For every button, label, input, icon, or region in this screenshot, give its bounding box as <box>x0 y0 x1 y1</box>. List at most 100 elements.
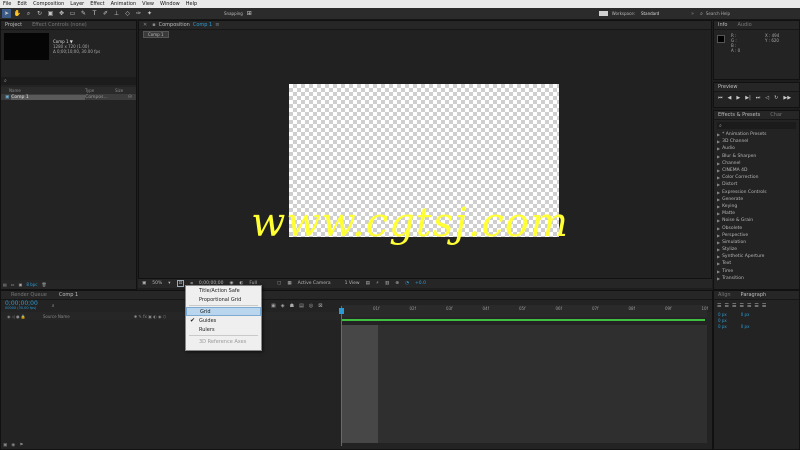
tab-effects-presets[interactable]: Effects & Presets <box>718 112 760 118</box>
toggle-modes-icon[interactable]: ◉ <box>11 443 15 448</box>
work-area-bar[interactable] <box>341 319 705 321</box>
menu-window[interactable]: Window <box>160 1 180 7</box>
tab-character[interactable]: Char <box>770 112 782 118</box>
tab-effect-controls[interactable]: Effect Controls (none) <box>32 22 87 28</box>
list-item[interactable]: ▶ Blur & Sharpen <box>714 153 799 160</box>
list-item[interactable]: ▶ Perspective <box>714 232 799 239</box>
hand-tool-icon[interactable]: ✋ <box>13 9 22 18</box>
menu-help[interactable]: Help <box>186 1 197 7</box>
expand-triangle-icon[interactable]: ▶ <box>717 197 720 202</box>
timeline-link-icon[interactable]: ▥ <box>385 281 389 286</box>
eraser-tool-icon[interactable]: ◇ <box>123 9 132 18</box>
clone-stamp-tool-icon[interactable]: ⊥ <box>112 9 121 18</box>
menu-composition[interactable]: Composition <box>33 1 64 7</box>
expand-triangle-icon[interactable]: ▶ <box>717 226 720 231</box>
viewer-tab-comp[interactable]: Comp 1 <box>193 22 212 28</box>
flowchart-icon[interactable]: ⊕ <box>395 281 399 286</box>
camera-select[interactable]: Active Camera <box>298 281 331 286</box>
justify-left-icon[interactable]: ☰ <box>739 303 743 309</box>
tab-menu-icon[interactable]: ≡ <box>215 22 219 28</box>
list-item[interactable]: ▶ Expression Controls <box>714 189 799 196</box>
menu-edit[interactable]: Edit <box>17 1 27 7</box>
exposure-icon[interactable]: ◔ <box>405 281 409 286</box>
safe-margins-icon[interactable]: ⊡ <box>176 280 185 287</box>
toggle-graph-icon[interactable]: ⚑ <box>19 443 23 448</box>
roto-brush-tool-icon[interactable]: ✑ <box>134 9 143 18</box>
menu-effect[interactable]: Effect <box>90 1 104 7</box>
timeline-search-icon[interactable]: ⌕ <box>52 303 55 309</box>
menu-item-rulers[interactable]: Rulers <box>186 325 261 334</box>
audio-icon[interactable]: ◁ <box>765 95 769 101</box>
menu-file[interactable]: File <box>3 1 11 7</box>
expand-triangle-icon[interactable]: ▶ <box>717 190 720 195</box>
tab-render-queue[interactable]: Render Queue <box>11 292 47 298</box>
first-frame-icon[interactable]: ⏮ <box>718 95 723 101</box>
lock-icon[interactable]: ▪ <box>152 22 155 28</box>
last-frame-icon[interactable]: ⏭ <box>756 95 761 101</box>
list-item[interactable]: ▶ Text <box>714 260 799 267</box>
close-icon[interactable]: ✕ <box>143 22 147 28</box>
time-ruler[interactable]: 01f 02f 03f 04f 05f 06f 07f 08f 09f 10f <box>341 305 708 317</box>
menu-animation[interactable]: Animation <box>111 1 137 7</box>
align-center-icon[interactable]: ☰ <box>724 303 728 309</box>
interpret-footage-icon[interactable]: ▤ <box>3 282 7 287</box>
viewer-tab-label[interactable]: Composition <box>159 22 190 28</box>
fit-icon[interactable]: ▾ <box>168 281 170 286</box>
expand-triangle-icon[interactable]: ▶ <box>717 168 720 173</box>
next-frame-icon[interactable]: ▶| <box>745 95 751 101</box>
menu-item-proportional-grid[interactable]: Proportional Grid <box>186 295 261 304</box>
menu-layer[interactable]: Layer <box>70 1 84 7</box>
draft-3d-icon[interactable]: ◈ <box>281 303 285 309</box>
list-item[interactable]: ▶ Keying <box>714 203 799 210</box>
motion-blur-icon[interactable]: ◎ <box>309 303 313 309</box>
column-type[interactable]: Type <box>85 88 115 93</box>
brush-tool-icon[interactable]: ✐ <box>101 9 110 18</box>
snapping-icon[interactable]: ⊞ <box>245 9 254 18</box>
transparency-grid-icon[interactable]: ▦ <box>287 281 291 286</box>
rotate-tool-icon[interactable]: ↻ <box>35 9 44 18</box>
hide-shy-icon[interactable]: ☗ <box>290 303 294 309</box>
expand-triangle-icon[interactable]: ▶ <box>717 182 720 187</box>
selection-tool-icon[interactable]: ➤ <box>2 9 11 18</box>
align-left-icon[interactable]: ☰ <box>717 303 721 309</box>
pen-tool-icon[interactable]: ✎ <box>79 9 88 18</box>
list-item[interactable]: ▶ Matte <box>714 210 799 217</box>
prev-frame-icon[interactable]: ◀ <box>728 95 732 101</box>
list-item[interactable]: ▶ Stylize <box>714 246 799 253</box>
menu-item-grid[interactable]: Grid <box>186 307 261 316</box>
exposure-value[interactable]: +0.0 <box>415 281 426 286</box>
tab-timeline-comp[interactable]: Comp 1 <box>59 292 78 298</box>
indent-first-value[interactable]: 0 px <box>718 318 727 323</box>
breadcrumb[interactable]: Comp 1 <box>143 31 169 38</box>
project-search-icon[interactable]: ⌕ <box>4 78 7 84</box>
type-tool-icon[interactable]: T <box>90 9 99 18</box>
list-item[interactable]: ▶ Channel <box>714 160 799 167</box>
list-item[interactable]: ▶ Synthetic Aperture <box>714 253 799 260</box>
menu-view[interactable]: View <box>142 1 154 7</box>
zoom-select[interactable]: 50% <box>152 281 162 286</box>
expand-triangle-icon[interactable]: ▶ <box>717 254 720 259</box>
comp-mini-flowchart-icon[interactable]: ▣ <box>271 303 276 309</box>
tab-info[interactable]: Info <box>718 22 727 28</box>
list-item[interactable]: ▶ Generate <box>714 196 799 203</box>
region-of-interest-icon[interactable]: ▢ <box>277 281 281 286</box>
effects-search-icon[interactable]: ⌕ <box>719 123 722 129</box>
list-item[interactable]: ▶ * Animation Presets <box>714 131 799 138</box>
play-icon[interactable]: ▶ <box>736 95 740 101</box>
column-size[interactable]: Size <box>115 88 123 93</box>
expand-triangle-icon[interactable]: ▶ <box>717 233 720 238</box>
ram-preview-icon[interactable]: ▶▶ <box>783 95 791 101</box>
expand-triangle-icon[interactable]: ▶ <box>717 247 720 252</box>
expand-triangle-icon[interactable]: ▶ <box>717 276 720 281</box>
list-item[interactable]: ▣ Comp 1 Compos... ⚇ <box>1 94 136 100</box>
list-item[interactable]: ▶ Transition <box>714 275 799 282</box>
list-item[interactable]: ▶ Time <box>714 268 799 275</box>
list-item[interactable]: ▶ Obsolete <box>714 224 799 231</box>
justify-center-icon[interactable]: ☰ <box>747 303 751 309</box>
fast-preview-icon[interactable]: ⚡ <box>376 281 379 286</box>
expand-triangle-icon[interactable]: ▶ <box>717 261 720 266</box>
zoom-tool-icon[interactable]: ⌕ <box>24 9 33 18</box>
expand-triangle-icon[interactable]: ▶ <box>717 161 720 166</box>
av-switches-icon[interactable]: ◉ ◁ ● 🔒 <box>7 314 26 319</box>
expand-triangle-icon[interactable]: ▶ <box>717 240 720 245</box>
